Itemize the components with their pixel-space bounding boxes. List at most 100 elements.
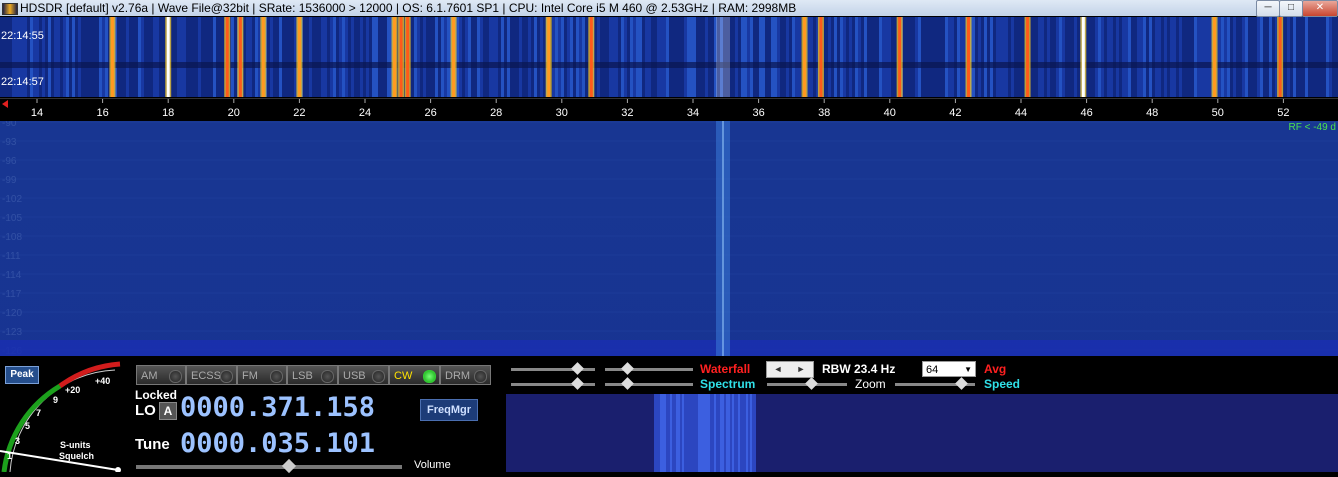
mode-button-lsb[interactable]: LSB: [287, 365, 338, 385]
spectrum-display[interactable]: -90-93-96-99-102-105-108-111-114-117-120…: [0, 121, 1338, 356]
squelch-handle[interactable]: [115, 467, 121, 472]
speed-slider[interactable]: [895, 377, 975, 390]
waterfall-signal-stripe: [238, 17, 242, 97]
lo-frequency-display[interactable]: 0000.371.158: [180, 392, 375, 423]
waterfall-noise-column: [975, 17, 978, 97]
waterfall-noise-column: [387, 17, 390, 97]
mode-button-fm[interactable]: FM: [237, 365, 287, 385]
chevron-down-icon: ▼: [964, 365, 972, 374]
waterfall-noise-column: [636, 17, 639, 97]
slider-thumb[interactable]: [955, 377, 968, 390]
peak-button[interactable]: Peak: [5, 366, 39, 384]
audio-waterfall-column: [742, 394, 744, 472]
frequency-tick-label: 30: [556, 107, 568, 119]
spectrum-contrast-slider[interactable]: [511, 377, 595, 390]
waterfall-brightness-slider[interactable]: [605, 362, 693, 375]
tune-frequency-display[interactable]: 0000.035.101: [180, 428, 375, 459]
avg-select[interactable]: 64 ▼: [922, 361, 976, 377]
waterfall-noise-column: [57, 17, 60, 97]
waterfall-noise-column: [435, 17, 438, 97]
mode-button-ecss[interactable]: ECSS: [186, 365, 237, 385]
waterfall-signal-stripe: [547, 17, 551, 97]
waterfall-noise-column: [1002, 17, 1005, 97]
waterfall-noise-column: [1140, 17, 1143, 97]
audio-waterfall[interactable]: [506, 394, 1338, 472]
audio-waterfall-column: [714, 394, 716, 472]
audio-waterfall-column: [754, 394, 756, 472]
waterfall-noise-column: [738, 17, 741, 97]
window-title: HDSDR [default] v2.76a | Wave File@32bit…: [20, 1, 797, 15]
waterfall-noise-column: [1251, 17, 1254, 97]
mode-button-am[interactable]: AM: [136, 365, 186, 385]
audio-waterfall-column: [746, 394, 748, 472]
waterfall-signal-stripe: [803, 17, 807, 97]
mode-button-usb[interactable]: USB: [338, 365, 389, 385]
waterfall-noise-column: [684, 17, 687, 97]
waterfall-noise-column: [1224, 17, 1227, 97]
audio-waterfall-column: [694, 394, 696, 472]
waterfall-noise-column: [1119, 17, 1122, 97]
waterfall-noise-column: [525, 17, 528, 97]
freqmgr-button[interactable]: FreqMgr: [420, 399, 478, 421]
waterfall-noise-column: [51, 17, 54, 97]
waterfall-noise-column: [864, 17, 867, 97]
rbw-arrows[interactable]: ◄ ►: [766, 361, 814, 378]
waterfall-noise-column: [429, 17, 432, 97]
spectrum-brightness-slider[interactable]: [605, 377, 693, 390]
slider-thumb[interactable]: [805, 377, 818, 390]
waterfall-noise-column: [1203, 17, 1206, 97]
waterfall-noise-column: [993, 17, 996, 97]
volume-slider[interactable]: [136, 458, 402, 474]
meter-scale-7: 7: [36, 408, 41, 418]
waterfall-noise-column: [234, 17, 237, 97]
waterfall-noise-column: [186, 17, 189, 97]
waterfall-noise-column: [582, 17, 585, 97]
waterfall-noise-column: [1149, 17, 1152, 97]
waterfall-top[interactable]: 22:14:55 22:14:57: [0, 17, 1338, 97]
volume-slider-thumb[interactable]: [281, 458, 297, 474]
mode-button-cw[interactable]: CW: [389, 365, 440, 385]
slider-thumb[interactable]: [621, 362, 634, 375]
waterfall-noise-column: [780, 17, 783, 97]
frequency-tick-label: 36: [752, 107, 764, 119]
rbw-left-arrow-icon[interactable]: ◄: [767, 362, 789, 377]
waterfall-noise-column: [285, 17, 288, 97]
mode-led-icon: [270, 370, 283, 383]
rbw-right-arrow-icon[interactable]: ►: [790, 362, 812, 377]
waterfall-noise-column: [1263, 17, 1266, 97]
waterfall-noise-column: [99, 17, 102, 97]
waterfall-noise-column: [78, 17, 81, 97]
waterfall-noise-column: [879, 17, 882, 97]
waterfall-noise-column: [906, 17, 909, 97]
slider-thumb[interactable]: [621, 377, 634, 390]
waterfall-noise-column: [381, 17, 384, 97]
lo-a-button[interactable]: A: [159, 402, 177, 420]
audio-waterfall-column: [664, 394, 666, 472]
waterfall-noise-column: [1014, 17, 1017, 97]
waterfall-noise-column: [1146, 17, 1149, 97]
speed-label: Speed: [984, 377, 1021, 391]
waterfall-noise-column: [1170, 17, 1173, 97]
waterfall-signal-stripe: [297, 17, 301, 97]
frequency-axis[interactable]: 14 16 18 20 22 24 26 28 30 32 34 36 38 40 42 44 46 48 50 52: [0, 98, 1338, 121]
waterfall-noise-column: [855, 17, 858, 97]
locked-label: Locked: [135, 388, 178, 402]
slider-thumb[interactable]: [571, 362, 584, 375]
mode-led-icon: [321, 370, 334, 383]
audio-waterfall-column: [666, 394, 668, 472]
frequency-tick-label: 24: [359, 107, 371, 119]
maximize-button[interactable]: □: [1279, 0, 1303, 17]
zoom-slider-left[interactable]: [767, 377, 847, 390]
waterfall-noise-column: [486, 17, 489, 97]
waterfall-noise-column: [876, 17, 879, 97]
close-button[interactable]: ✕: [1302, 0, 1338, 17]
slider-thumb[interactable]: [571, 377, 584, 390]
tune-label: Tune: [135, 436, 170, 453]
waterfall-noise-column: [1179, 17, 1182, 97]
waterfall-noise-column: [612, 17, 615, 97]
mode-button-drm[interactable]: DRM: [440, 365, 491, 385]
waterfall-contrast-slider[interactable]: [511, 362, 595, 375]
frequency-scroll-left-icon[interactable]: [2, 100, 8, 108]
minimize-button[interactable]: ─: [1256, 0, 1280, 17]
waterfall-noise-column: [201, 17, 204, 97]
